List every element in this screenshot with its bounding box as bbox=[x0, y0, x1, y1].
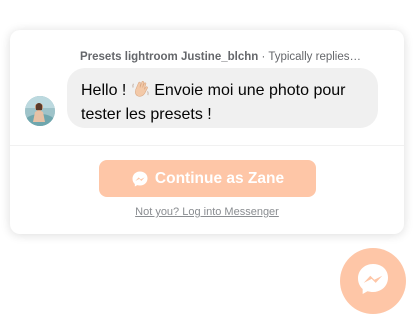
avatar bbox=[25, 96, 55, 126]
message-bubble: Hello ! Envoie moi une photo pour tester… bbox=[67, 68, 378, 128]
messenger-icon bbox=[355, 261, 391, 302]
continue-label: Continue as Zane bbox=[154, 169, 285, 187]
messenger-fab-button[interactable] bbox=[340, 248, 406, 314]
chat-header: Presets lightroom Justine_blchn · Typica… bbox=[80, 51, 361, 63]
continue-as-button[interactable]: Continue as Zane bbox=[99, 160, 316, 197]
messenger-icon bbox=[131, 170, 149, 188]
page-name: Presets lightroom Justine_blchn bbox=[80, 51, 259, 63]
reply-time-label: · Typically replies… bbox=[261, 51, 362, 63]
messenger-chat-card: Presets lightroom Justine_blchn · Typica… bbox=[10, 30, 404, 234]
message-text-part1: Hello ! bbox=[81, 82, 131, 99]
waving-hand-icon bbox=[131, 79, 150, 104]
login-messenger-link[interactable]: Not you? Log into Messenger bbox=[10, 206, 404, 218]
divider bbox=[10, 145, 404, 146]
